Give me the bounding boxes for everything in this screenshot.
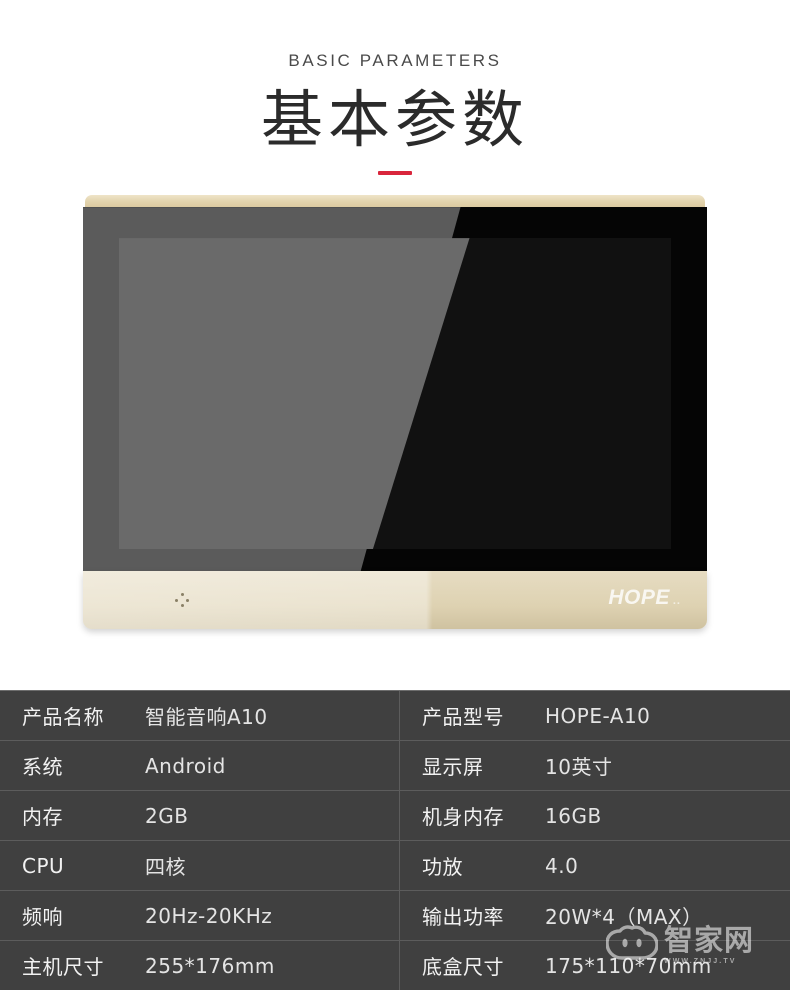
spec-value: 10英寸 bbox=[545, 755, 613, 779]
spec-label: 主机尺寸 bbox=[22, 955, 104, 979]
spec-label: 系统 bbox=[22, 755, 63, 779]
device-screen bbox=[83, 207, 707, 572]
table-row: 系统 Android 显示屏 10英寸 bbox=[0, 741, 790, 791]
specifications-table: 产品名称 智能音响A10 产品型号 HOPE-A10 系统 Android 显示… bbox=[0, 690, 790, 990]
spec-label: 产品名称 bbox=[22, 705, 104, 729]
spec-label: 输出功率 bbox=[422, 905, 504, 929]
spec-pair-right: 显示屏 10英寸 bbox=[400, 741, 790, 790]
spec-label: CPU bbox=[22, 853, 65, 878]
spec-pair-left: 产品名称 智能音响A10 bbox=[0, 691, 400, 740]
page-header: BASIC PARAMETERS 基本参数 bbox=[0, 0, 790, 176]
spec-value: Android bbox=[145, 753, 226, 778]
mic-grille-icon bbox=[175, 593, 189, 608]
device-screen-panel bbox=[119, 238, 671, 550]
spec-pair-left: CPU 四核 bbox=[0, 841, 400, 890]
product-device: HOPE .. bbox=[83, 195, 707, 635]
device-bottom-bezel: HOPE .. bbox=[83, 571, 707, 630]
table-row: 内存 2GB 机身内存 16GB bbox=[0, 791, 790, 841]
page-title: 基本参数 bbox=[260, 83, 529, 156]
spec-pair-right: 底盒尺寸 175*110*70mm bbox=[400, 941, 790, 990]
header-eyebrow: BASIC PARAMETERS bbox=[288, 51, 502, 70]
spec-pair-left: 主机尺寸 255*176mm bbox=[0, 941, 400, 990]
spec-pair-right: 输出功率 20W*4（MAX） bbox=[400, 891, 790, 940]
spec-value: 4.0 bbox=[545, 853, 579, 878]
spec-pair-left: 内存 2GB bbox=[0, 791, 400, 840]
spec-pair-right: 功放 4.0 bbox=[400, 841, 790, 890]
spec-label: 频响 bbox=[22, 905, 63, 929]
title-accent-rule bbox=[378, 171, 412, 176]
table-row: 频响 20Hz-20KHz 输出功率 20W*4（MAX） bbox=[0, 891, 790, 941]
spec-label: 机身内存 bbox=[422, 805, 504, 829]
spec-value: 智能音响A10 bbox=[145, 705, 268, 729]
device-brand-tail: .. bbox=[672, 595, 681, 608]
spec-label: 产品型号 bbox=[422, 705, 504, 729]
spec-pair-left: 频响 20Hz-20KHz bbox=[0, 891, 400, 940]
spec-value: 16GB bbox=[545, 803, 602, 828]
spec-pair-right: 产品型号 HOPE-A10 bbox=[400, 691, 790, 740]
device-brand-logo: HOPE .. bbox=[608, 587, 681, 608]
table-row: 主机尺寸 255*176mm 底盒尺寸 175*110*70mm bbox=[0, 941, 790, 990]
spec-value: 255*176mm bbox=[145, 953, 275, 978]
spec-pair-left: 系统 Android bbox=[0, 741, 400, 790]
spec-label: 内存 bbox=[22, 805, 63, 829]
spec-value: 四核 bbox=[145, 855, 186, 879]
spec-value: 20Hz-20KHz bbox=[145, 903, 273, 928]
product-image-stage: HOPE .. bbox=[0, 187, 790, 650]
spec-value: HOPE-A10 bbox=[545, 703, 651, 728]
spec-pair-right: 机身内存 16GB bbox=[400, 791, 790, 840]
spec-value: 175*110*70mm bbox=[545, 953, 712, 978]
spec-label: 显示屏 bbox=[422, 755, 484, 779]
spec-value: 2GB bbox=[145, 803, 189, 828]
spec-label: 底盒尺寸 bbox=[422, 955, 504, 979]
device-brand-name: HOPE bbox=[608, 586, 670, 610]
spec-label: 功放 bbox=[422, 855, 463, 879]
table-row: CPU 四核 功放 4.0 bbox=[0, 841, 790, 891]
table-row: 产品名称 智能音响A10 产品型号 HOPE-A10 bbox=[0, 691, 790, 741]
spec-value: 20W*4（MAX） bbox=[545, 905, 703, 929]
